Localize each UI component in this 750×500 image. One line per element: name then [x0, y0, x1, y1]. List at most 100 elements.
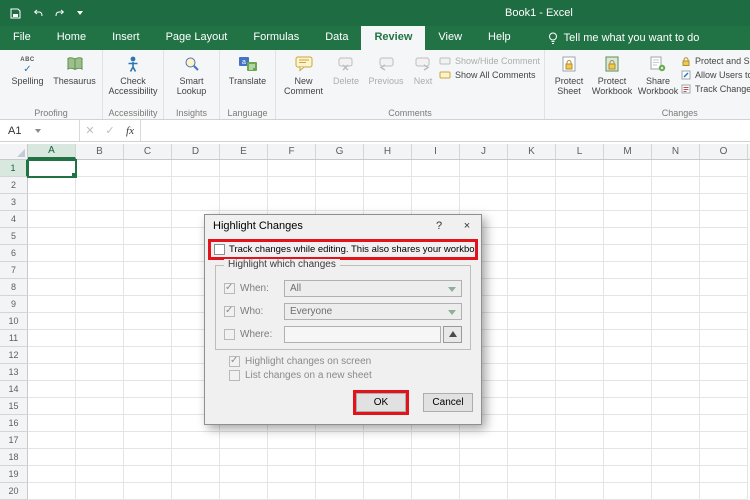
cell-H2[interactable]: [364, 177, 412, 194]
cell-A13[interactable]: [28, 364, 76, 381]
row-header-7[interactable]: 7: [0, 262, 28, 279]
cell-B10[interactable]: [76, 313, 124, 330]
cell-A14[interactable]: [28, 381, 76, 398]
cell-A20[interactable]: [28, 483, 76, 500]
row-header-12[interactable]: 12: [0, 347, 28, 364]
cell-M14[interactable]: [604, 381, 652, 398]
cell-O11[interactable]: [700, 330, 748, 347]
cell-N6[interactable]: [652, 245, 700, 262]
dialog-close-button[interactable]: ×: [453, 215, 481, 237]
cell-K17[interactable]: [508, 432, 556, 449]
cell-M12[interactable]: [604, 347, 652, 364]
cell-L10[interactable]: [556, 313, 604, 330]
tab-data[interactable]: Data: [312, 26, 361, 50]
cell-A6[interactable]: [28, 245, 76, 262]
cell-L19[interactable]: [556, 466, 604, 483]
cell-F17[interactable]: [268, 432, 316, 449]
cell-B19[interactable]: [76, 466, 124, 483]
cell-N18[interactable]: [652, 449, 700, 466]
cell-M20[interactable]: [604, 483, 652, 500]
ok-button[interactable]: OK: [356, 393, 406, 412]
column-header-O[interactable]: O: [700, 144, 748, 159]
cell-N20[interactable]: [652, 483, 700, 500]
cell-E3[interactable]: [220, 194, 268, 211]
cell-A11[interactable]: [28, 330, 76, 347]
name-box[interactable]: A1: [0, 120, 80, 141]
column-header-H[interactable]: H: [364, 144, 412, 159]
cell-K12[interactable]: [508, 347, 556, 364]
highlight-on-screen-checkbox[interactable]: [229, 355, 240, 367]
cell-O16[interactable]: [700, 415, 748, 432]
cell-M4[interactable]: [604, 211, 652, 228]
cell-F2[interactable]: [268, 177, 316, 194]
previous-comment-button[interactable]: Previous: [365, 52, 407, 88]
cell-E1[interactable]: [220, 160, 268, 177]
cell-K2[interactable]: [508, 177, 556, 194]
cell-L11[interactable]: [556, 330, 604, 347]
cell-D2[interactable]: [172, 177, 220, 194]
cell-L12[interactable]: [556, 347, 604, 364]
row-header-11[interactable]: 11: [0, 330, 28, 347]
cell-M2[interactable]: [604, 177, 652, 194]
cell-L17[interactable]: [556, 432, 604, 449]
name-box-dropdown-icon[interactable]: [35, 128, 42, 133]
row-header-10[interactable]: 10: [0, 313, 28, 330]
protect-workbook-button[interactable]: Protect Workbook: [589, 52, 635, 99]
cell-L15[interactable]: [556, 398, 604, 415]
dialog-help-button[interactable]: ?: [425, 215, 453, 237]
cell-A7[interactable]: [28, 262, 76, 279]
cell-F3[interactable]: [268, 194, 316, 211]
cell-B17[interactable]: [76, 432, 124, 449]
protect-and-share-workbook-button[interactable]: Protect and Share Workbook: [681, 56, 750, 66]
show-hide-comment-button[interactable]: Show/Hide Comment: [439, 56, 540, 66]
undo-icon[interactable]: [31, 8, 44, 19]
column-header-I[interactable]: I: [412, 144, 460, 159]
cell-K20[interactable]: [508, 483, 556, 500]
row-header-8[interactable]: 8: [0, 279, 28, 296]
cell-C12[interactable]: [124, 347, 172, 364]
save-icon[interactable]: [10, 8, 21, 19]
column-header-C[interactable]: C: [124, 144, 172, 159]
cell-N17[interactable]: [652, 432, 700, 449]
cell-C6[interactable]: [124, 245, 172, 262]
cell-I2[interactable]: [412, 177, 460, 194]
list-changes-new-sheet-checkbox[interactable]: [229, 370, 240, 381]
cell-L8[interactable]: [556, 279, 604, 296]
cell-O9[interactable]: [700, 296, 748, 313]
cell-M8[interactable]: [604, 279, 652, 296]
cell-B15[interactable]: [76, 398, 124, 415]
enter-formula-icon[interactable]: ✓: [100, 120, 120, 141]
cell-H20[interactable]: [364, 483, 412, 500]
column-header-A[interactable]: A: [28, 144, 76, 159]
cell-A2[interactable]: [28, 177, 76, 194]
column-header-J[interactable]: J: [460, 144, 508, 159]
cell-K5[interactable]: [508, 228, 556, 245]
insert-function-icon[interactable]: fx: [120, 120, 140, 141]
tab-help[interactable]: Help: [475, 26, 524, 50]
cell-O13[interactable]: [700, 364, 748, 381]
cell-N10[interactable]: [652, 313, 700, 330]
cell-B18[interactable]: [76, 449, 124, 466]
new-comment-button[interactable]: New Comment: [280, 52, 327, 99]
cell-K10[interactable]: [508, 313, 556, 330]
when-dropdown[interactable]: All: [284, 280, 462, 297]
cell-D20[interactable]: [172, 483, 220, 500]
cell-I19[interactable]: [412, 466, 460, 483]
cell-M3[interactable]: [604, 194, 652, 211]
column-header-G[interactable]: G: [316, 144, 364, 159]
cell-L2[interactable]: [556, 177, 604, 194]
cell-H18[interactable]: [364, 449, 412, 466]
cell-G1[interactable]: [316, 160, 364, 177]
cell-E20[interactable]: [220, 483, 268, 500]
cell-M7[interactable]: [604, 262, 652, 279]
tab-review[interactable]: Review: [361, 26, 426, 50]
cell-B11[interactable]: [76, 330, 124, 347]
row-header-18[interactable]: 18: [0, 449, 28, 466]
where-input[interactable]: [284, 326, 441, 343]
cell-N11[interactable]: [652, 330, 700, 347]
cell-H1[interactable]: [364, 160, 412, 177]
row-header-2[interactable]: 2: [0, 177, 28, 194]
cell-G20[interactable]: [316, 483, 364, 500]
cell-N8[interactable]: [652, 279, 700, 296]
row-header-4[interactable]: 4: [0, 211, 28, 228]
